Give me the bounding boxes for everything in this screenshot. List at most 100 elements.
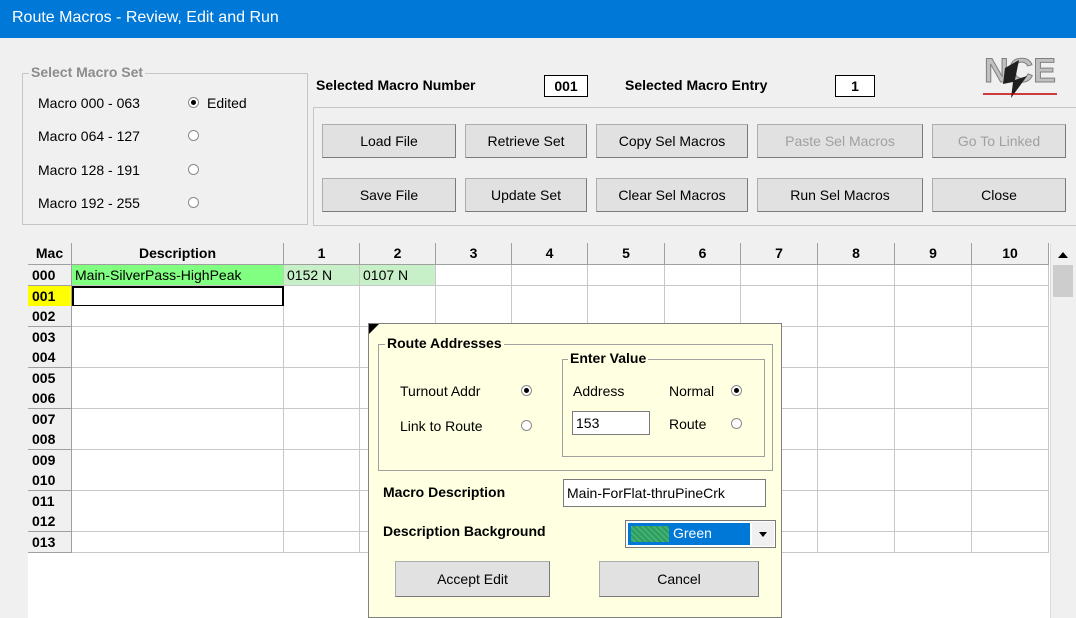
close-button[interactable]: Close	[932, 178, 1066, 212]
entry-cell[interactable]	[972, 511, 1049, 532]
route-radio[interactable]	[731, 418, 742, 429]
entry-cell[interactable]	[284, 408, 360, 430]
entry-cell[interactable]	[284, 367, 360, 389]
entry-cell[interactable]	[741, 285, 818, 307]
entry-cell[interactable]	[895, 347, 972, 368]
row-header[interactable]: 011	[28, 490, 72, 512]
entry-cell[interactable]	[512, 285, 588, 307]
row-header[interactable]: 007	[28, 408, 72, 430]
description-cell[interactable]	[72, 490, 284, 512]
description-cell[interactable]	[72, 449, 284, 471]
entry-cell[interactable]	[895, 470, 972, 491]
description-cell[interactable]	[72, 470, 284, 491]
entry-cell[interactable]	[895, 306, 972, 327]
entry-cell[interactable]	[512, 265, 588, 286]
normal-radio[interactable]	[731, 385, 742, 396]
entry-cell[interactable]	[818, 429, 895, 450]
macro-set-option-3-radio[interactable]	[188, 197, 199, 208]
link-to-route-radio[interactable]	[521, 420, 532, 431]
row-header[interactable]: 006	[28, 388, 72, 409]
scroll-up-arrow-icon[interactable]	[1051, 245, 1075, 265]
vertical-scrollbar[interactable]	[1050, 243, 1076, 618]
cancel-button[interactable]: Cancel	[599, 561, 759, 597]
entry-cell[interactable]	[588, 285, 665, 307]
entry-cell[interactable]	[972, 470, 1049, 491]
entry-cell[interactable]	[284, 511, 360, 532]
entry-cell[interactable]	[818, 531, 895, 553]
paste-sel-macros-button[interactable]: Paste Sel Macros	[757, 124, 923, 158]
description-cell[interactable]	[72, 306, 284, 327]
entry-cell[interactable]	[972, 347, 1049, 368]
entry-cell[interactable]	[972, 531, 1049, 553]
entry-cell[interactable]	[818, 326, 895, 348]
description-cell[interactable]	[72, 531, 284, 553]
entry-cell[interactable]	[284, 326, 360, 348]
entry-cell[interactable]	[972, 429, 1049, 450]
dropdown-button[interactable]	[752, 522, 774, 546]
entry-cell[interactable]	[895, 449, 972, 471]
entry-cell[interactable]	[972, 285, 1049, 307]
entry-cell[interactable]	[972, 326, 1049, 348]
entry-cell[interactable]	[284, 285, 360, 307]
entry-cell[interactable]	[818, 408, 895, 430]
entry-cell[interactable]	[284, 306, 360, 327]
description-cell[interactable]	[72, 347, 284, 368]
entry-cell[interactable]	[818, 490, 895, 512]
row-header[interactable]: 009	[28, 449, 72, 471]
row-header[interactable]: 001	[28, 285, 72, 307]
entry-cell[interactable]	[895, 429, 972, 450]
macro-set-option-0-radio[interactable]	[188, 97, 199, 108]
row-header[interactable]: 010	[28, 470, 72, 491]
row-header[interactable]: 000	[28, 265, 72, 286]
entry-cell[interactable]	[284, 449, 360, 471]
retrieve-set-button[interactable]: Retrieve Set	[465, 124, 587, 158]
entry-cell[interactable]	[665, 265, 741, 286]
turnout-addr-radio[interactable]	[521, 385, 532, 396]
row-header[interactable]: 005	[28, 367, 72, 389]
description-cell[interactable]	[72, 429, 284, 450]
entry-cell[interactable]	[895, 367, 972, 389]
entry-cell[interactable]	[284, 347, 360, 368]
entry-cell[interactable]	[284, 490, 360, 512]
entry-cell[interactable]	[818, 388, 895, 409]
macro-description-input[interactable]: Main-ForFlat-thruPineCrk	[563, 479, 766, 507]
entry-cell[interactable]	[818, 265, 895, 286]
background-color-dropdown[interactable]: Green	[625, 520, 776, 548]
entry-cell[interactable]	[972, 388, 1049, 409]
scrollbar-thumb[interactable]	[1053, 265, 1073, 297]
entry-cell[interactable]	[895, 490, 972, 512]
load-file-button[interactable]: Load File	[322, 124, 456, 158]
entry-cell[interactable]	[818, 449, 895, 471]
entry-cell[interactable]	[284, 388, 360, 409]
description-cell[interactable]	[72, 285, 284, 307]
entry-cell[interactable]	[895, 408, 972, 430]
description-cell[interactable]	[72, 388, 284, 409]
row-header[interactable]: 008	[28, 429, 72, 450]
entry-cell[interactable]	[972, 367, 1049, 389]
save-file-button[interactable]: Save File	[322, 178, 456, 212]
macro-set-option-2-radio[interactable]	[188, 164, 199, 175]
row-header[interactable]: 003	[28, 326, 72, 348]
entry-cell[interactable]	[741, 265, 818, 286]
entry-cell[interactable]	[436, 285, 512, 307]
entry-cell[interactable]: 0152 N	[284, 265, 360, 286]
entry-cell[interactable]	[284, 470, 360, 491]
description-cell[interactable]	[72, 367, 284, 389]
entry-cell[interactable]	[284, 429, 360, 450]
update-set-button[interactable]: Update Set	[465, 178, 587, 212]
entry-cell[interactable]	[818, 367, 895, 389]
entry-cell[interactable]	[818, 470, 895, 491]
entry-cell[interactable]	[895, 388, 972, 409]
description-cell[interactable]	[72, 511, 284, 532]
entry-cell[interactable]	[895, 285, 972, 307]
entry-cell[interactable]	[972, 408, 1049, 430]
entry-cell[interactable]	[818, 347, 895, 368]
entry-cell[interactable]	[895, 531, 972, 553]
entry-cell[interactable]: 0107 N	[360, 265, 436, 286]
entry-cell[interactable]	[284, 531, 360, 553]
entry-cell[interactable]	[972, 306, 1049, 327]
entry-cell[interactable]	[895, 326, 972, 348]
accept-edit-button[interactable]: Accept Edit	[395, 561, 550, 597]
row-header[interactable]: 012	[28, 511, 72, 532]
run-sel-macros-button[interactable]: Run Sel Macros	[757, 178, 923, 212]
